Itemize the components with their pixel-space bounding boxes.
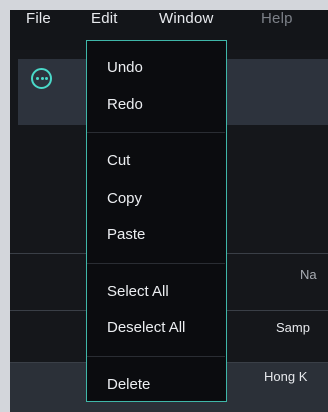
menu-file[interactable]: File bbox=[26, 10, 51, 27]
menu-item-redo[interactable]: Redo bbox=[107, 96, 143, 113]
menu-item-deselect-all[interactable]: Deselect All bbox=[107, 319, 185, 336]
menu-help[interactable]: Help bbox=[261, 10, 293, 27]
menu-separator bbox=[87, 263, 225, 264]
menu-item-select-all[interactable]: Select All bbox=[107, 283, 169, 300]
edit-menu-dropdown: Undo Redo Cut Copy Paste Select All Dese… bbox=[86, 40, 227, 402]
menu-window[interactable]: Window bbox=[159, 10, 214, 27]
menu-item-delete[interactable]: Delete bbox=[107, 376, 150, 393]
menu-edit[interactable]: Edit bbox=[91, 10, 118, 27]
table-cell-name[interactable]: Samp bbox=[276, 320, 310, 335]
dot bbox=[40, 77, 44, 80]
ellipsis-circle-icon[interactable] bbox=[31, 68, 52, 89]
dot bbox=[36, 77, 39, 80]
dot bbox=[45, 77, 48, 80]
table-cell-name[interactable]: Hong K bbox=[264, 369, 307, 384]
menu-item-paste[interactable]: Paste bbox=[107, 226, 145, 243]
menu-item-copy[interactable]: Copy bbox=[107, 190, 142, 207]
menu-separator bbox=[87, 132, 225, 133]
menu-separator bbox=[87, 356, 225, 357]
menu-item-undo[interactable]: Undo bbox=[107, 59, 143, 76]
menu-item-cut[interactable]: Cut bbox=[107, 152, 130, 169]
column-header-name[interactable]: Na bbox=[300, 267, 317, 282]
